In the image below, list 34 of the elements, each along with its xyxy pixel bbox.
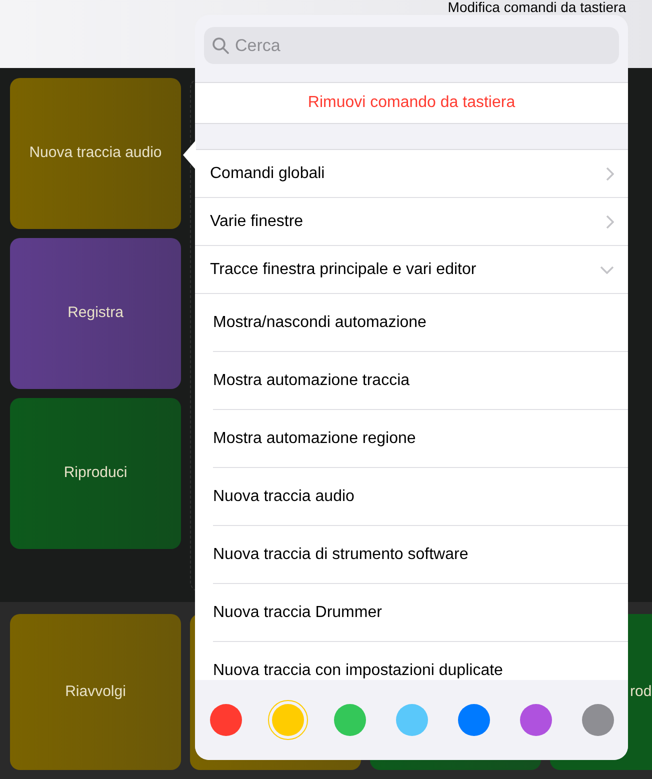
category-row[interactable]: Comandi globali [195, 150, 628, 198]
chevron-right-icon [606, 214, 614, 228]
category-row[interactable]: Tracce finestra principale e vari editor [195, 246, 628, 294]
command-row[interactable]: Mostra automazione traccia [213, 352, 628, 410]
command-row[interactable]: Nuova traccia audio [213, 468, 628, 526]
pad-label: rod [630, 682, 652, 702]
chevron-down-icon [600, 266, 614, 274]
pad-label: Riavvolgi [65, 682, 126, 702]
color-swatch[interactable] [396, 704, 428, 736]
search-field[interactable]: Cerca [204, 27, 619, 64]
pad-button[interactable]: Riproduci [10, 398, 181, 549]
pad-button[interactable]: Riavvolgi [10, 614, 181, 770]
color-swatch[interactable] [334, 704, 366, 736]
color-swatch[interactable] [272, 704, 304, 736]
color-swatch[interactable] [210, 704, 242, 736]
pad-label: Nuova traccia audio [29, 143, 162, 164]
remove-command-button[interactable]: Rimuovi comando da tastiera [195, 82, 628, 124]
command-row[interactable]: Nuova traccia di strumento software [213, 526, 628, 584]
search-input[interactable]: Cerca [235, 32, 611, 58]
pad-label: Riproduci [64, 463, 128, 484]
category-row[interactable]: Varie finestre [195, 198, 628, 246]
pad-button[interactable]: Registra [10, 238, 181, 389]
color-swatch[interactable] [520, 704, 552, 736]
color-swatch[interactable] [458, 704, 490, 736]
command-row[interactable]: Mostra/nascondi automazione [213, 294, 628, 352]
pad-button[interactable]: Nuova traccia audio [10, 78, 181, 229]
command-row[interactable]: Nuova traccia con impostazioni duplicate [213, 642, 628, 680]
window-title: Modifica comandi da tastiera [448, 0, 626, 17]
command-row[interactable]: Mostra automazione regione [213, 410, 628, 468]
pad-label: Registra [68, 303, 124, 324]
color-swatch[interactable] [582, 704, 614, 736]
command-row[interactable]: Nuova traccia Drummer [213, 584, 628, 642]
search-icon [212, 37, 229, 54]
chevron-right-icon [606, 166, 614, 180]
